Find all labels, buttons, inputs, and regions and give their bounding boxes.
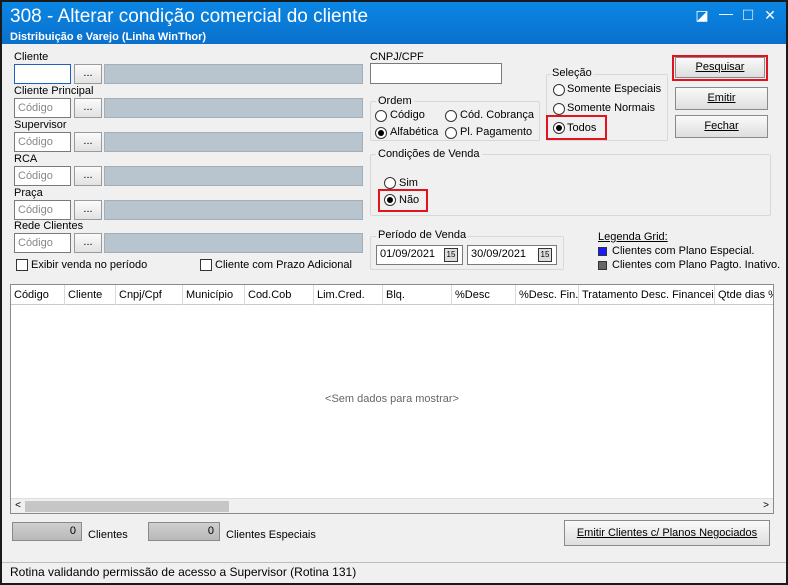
- window-frame: [0, 0, 788, 585]
